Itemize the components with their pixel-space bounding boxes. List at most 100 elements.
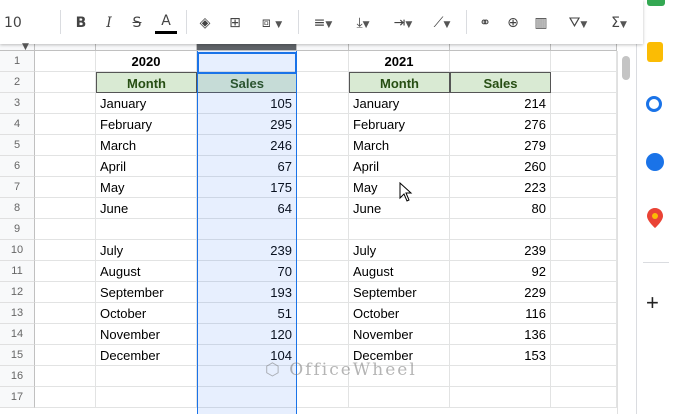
- sales-cell[interactable]: 214: [450, 93, 551, 114]
- cell[interactable]: [35, 366, 96, 387]
- row-header[interactable]: 16: [0, 366, 35, 387]
- sales-cell[interactable]: 67: [197, 156, 297, 177]
- filter-icon[interactable]: ⛛▼: [560, 12, 596, 34]
- insert-link-icon[interactable]: ⚭: [474, 12, 496, 34]
- cell[interactable]: [35, 156, 96, 177]
- functions-icon[interactable]: Σ▼: [600, 12, 638, 34]
- tasks-icon[interactable]: [646, 96, 662, 112]
- cell[interactable]: [551, 177, 617, 198]
- month-cell[interactable]: March: [96, 135, 197, 156]
- year-label-2021[interactable]: 2021: [349, 51, 450, 72]
- cell[interactable]: [551, 366, 617, 387]
- sales-cell[interactable]: 80: [450, 198, 551, 219]
- row-header[interactable]: 9: [0, 219, 35, 240]
- row-header[interactable]: 17: [0, 387, 35, 408]
- month-cell[interactable]: September: [349, 282, 450, 303]
- cell[interactable]: [96, 387, 197, 408]
- row-header[interactable]: 13: [0, 303, 35, 324]
- month-cell[interactable]: March: [349, 135, 450, 156]
- cell[interactable]: [551, 345, 617, 366]
- cell[interactable]: [297, 282, 349, 303]
- sales-header-2020[interactable]: Sales: [197, 72, 297, 93]
- cell[interactable]: [450, 51, 551, 72]
- cell[interactable]: [450, 366, 551, 387]
- cell[interactable]: [297, 156, 349, 177]
- cell[interactable]: [349, 387, 450, 408]
- insert-chart-icon[interactable]: ▥: [530, 12, 552, 34]
- row-header[interactable]: 15: [0, 345, 35, 366]
- insert-comment-icon[interactable]: ⊕: [502, 12, 524, 34]
- cell[interactable]: [551, 282, 617, 303]
- cell[interactable]: [551, 114, 617, 135]
- cell[interactable]: [35, 135, 96, 156]
- cell[interactable]: [551, 93, 617, 114]
- add-icon[interactable]: +: [646, 292, 659, 314]
- month-cell[interactable]: October: [96, 303, 197, 324]
- month-cell[interactable]: August: [349, 261, 450, 282]
- merge-cells-icon[interactable]: ⧈ ▼: [252, 12, 292, 34]
- cell[interactable]: [35, 345, 96, 366]
- cell[interactable]: [297, 303, 349, 324]
- cell[interactable]: [35, 114, 96, 135]
- cell[interactable]: [551, 240, 617, 261]
- month-cell[interactable]: [349, 219, 450, 240]
- row-header[interactable]: 2: [0, 72, 35, 93]
- month-cell[interactable]: April: [349, 156, 450, 177]
- cell[interactable]: [297, 51, 349, 72]
- row-header[interactable]: 10: [0, 240, 35, 261]
- sales-cell[interactable]: 295: [197, 114, 297, 135]
- scrollbar-thumb[interactable]: [622, 56, 630, 80]
- italic-icon[interactable]: I: [98, 12, 120, 34]
- cell[interactable]: [450, 387, 551, 408]
- font-size-select[interactable]: 10 ▼: [4, 12, 44, 52]
- cell[interactable]: [551, 198, 617, 219]
- sales-cell[interactable]: 136: [450, 324, 551, 345]
- cell[interactable]: [35, 282, 96, 303]
- cell[interactable]: [297, 324, 349, 345]
- sales-cell[interactable]: 51: [197, 303, 297, 324]
- cell[interactable]: [35, 72, 96, 93]
- row-header[interactable]: 8: [0, 198, 35, 219]
- sales-cell[interactable]: 246: [197, 135, 297, 156]
- month-header-2021[interactable]: Month: [349, 72, 450, 93]
- month-cell[interactable]: July: [96, 240, 197, 261]
- row-header[interactable]: 3: [0, 93, 35, 114]
- cell[interactable]: [96, 366, 197, 387]
- sales-cell[interactable]: 239: [450, 240, 551, 261]
- sales-cell[interactable]: 64: [197, 198, 297, 219]
- cell[interactable]: [297, 93, 349, 114]
- cell[interactable]: [297, 198, 349, 219]
- sales-cell[interactable]: 120: [197, 324, 297, 345]
- month-cell[interactable]: January: [96, 93, 197, 114]
- month-cell[interactable]: September: [96, 282, 197, 303]
- month-cell[interactable]: [96, 219, 197, 240]
- month-cell[interactable]: November: [96, 324, 197, 345]
- cell[interactable]: [35, 219, 96, 240]
- cell[interactable]: [35, 93, 96, 114]
- month-cell[interactable]: February: [96, 114, 197, 135]
- sales-cell[interactable]: 239: [197, 240, 297, 261]
- align-vertical-icon[interactable]: ⤓▼: [346, 12, 380, 34]
- row-header[interactable]: 4: [0, 114, 35, 135]
- month-cell[interactable]: January: [349, 93, 450, 114]
- borders-icon[interactable]: ⊞: [224, 12, 246, 34]
- row-header[interactable]: 11: [0, 261, 35, 282]
- cell[interactable]: [35, 240, 96, 261]
- month-cell[interactable]: October: [349, 303, 450, 324]
- row-header[interactable]: 7: [0, 177, 35, 198]
- active-cell[interactable]: [197, 52, 297, 74]
- sales-cell[interactable]: 193: [197, 282, 297, 303]
- sales-cell[interactable]: 70: [197, 261, 297, 282]
- row-header[interactable]: 5: [0, 135, 35, 156]
- maps-icon[interactable]: [647, 208, 663, 228]
- cell[interactable]: [297, 114, 349, 135]
- cell[interactable]: [35, 261, 96, 282]
- sales-cell[interactable]: [450, 219, 551, 240]
- sales-cell[interactable]: [197, 219, 297, 240]
- cell[interactable]: [297, 219, 349, 240]
- cell[interactable]: [35, 177, 96, 198]
- cell[interactable]: [297, 177, 349, 198]
- text-color-icon[interactable]: A: [155, 12, 177, 34]
- cell[interactable]: [297, 72, 349, 93]
- month-cell[interactable]: May: [96, 177, 197, 198]
